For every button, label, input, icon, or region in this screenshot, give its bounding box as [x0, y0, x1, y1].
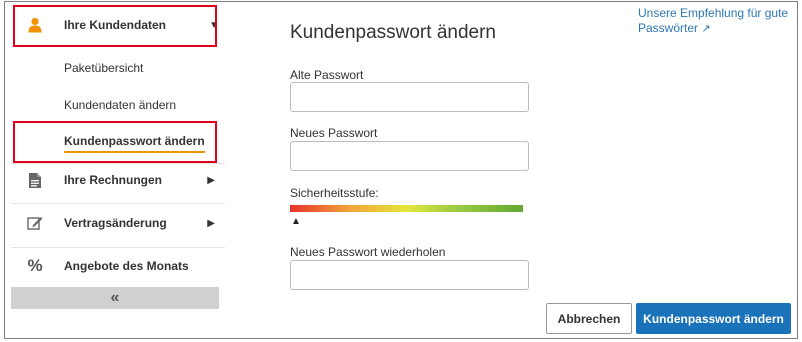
- external-link-icon: ↗: [701, 23, 711, 35]
- cancel-button[interactable]: Abbrechen: [546, 303, 632, 334]
- sidebar-item-monthly-offers[interactable]: % Angebote des Monats: [11, 253, 225, 279]
- link-text-line: Unsere Empfehlung für gute: [638, 6, 789, 20]
- document-icon: [25, 170, 45, 190]
- app-frame: Ihre Kundendaten ▼ Paketübersicht Kunden…: [4, 1, 798, 339]
- sidebar-item-invoices[interactable]: Ihre Rechnungen ▶: [11, 167, 225, 193]
- new-password-input[interactable]: [290, 141, 529, 171]
- percent-icon: %: [27, 256, 43, 275]
- collapse-sidebar-button[interactable]: «: [11, 287, 219, 309]
- divider: [11, 247, 225, 248]
- password-recommendation-link[interactable]: Unsere Empfehlung für gute Passwörter ↗: [638, 6, 788, 37]
- caret-right-icon: ▶: [207, 217, 215, 229]
- change-password-button[interactable]: Kundenpasswort ändern: [636, 303, 791, 334]
- repeat-password-input[interactable]: [290, 260, 529, 290]
- password-strength-bar: [290, 205, 523, 212]
- sidebar-item-label: Vertragsänderung: [64, 216, 167, 230]
- page-title: Kundenpasswort ändern: [290, 22, 496, 43]
- old-password-input[interactable]: [290, 82, 529, 112]
- strength-label: Sicherheitsstufe:: [290, 186, 379, 200]
- highlight-frame: [13, 5, 217, 47]
- sidebar-item-label: Ihre Rechnungen: [64, 173, 163, 187]
- old-password-label: Alte Passwort: [290, 68, 364, 82]
- sidebar-subitem-package-overview[interactable]: Paketübersicht: [64, 61, 143, 75]
- caret-right-icon: ▶: [207, 174, 215, 186]
- sidebar-item-label: Angebote des Monats: [64, 259, 189, 273]
- sidebar-subitem-edit-customer-data[interactable]: Kundendaten ändern: [64, 98, 176, 112]
- new-password-label: Neues Passwort: [290, 126, 378, 140]
- divider: [11, 203, 225, 204]
- edit-icon: [25, 213, 45, 233]
- repeat-password-label: Neues Passwort wiederholen: [290, 245, 446, 259]
- divider: [11, 163, 225, 164]
- strength-marker-icon: ▲: [291, 216, 301, 227]
- sidebar-item-contract-change[interactable]: Vertragsänderung ▶: [11, 210, 225, 236]
- highlight-frame: [13, 121, 217, 163]
- link-text: Passwörter: [638, 21, 699, 35]
- link-text-line: Passwörter ↗: [638, 21, 788, 37]
